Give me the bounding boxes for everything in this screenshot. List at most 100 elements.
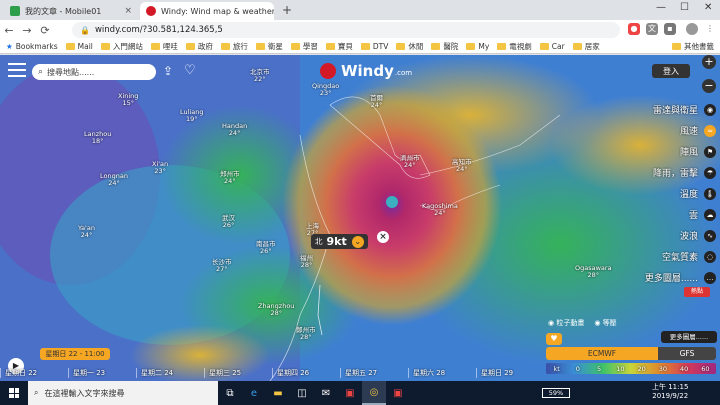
tab-mobile01[interactable]: 我的文章 - Mobile01 × xyxy=(4,2,138,20)
layer-wind[interactable]: 風速 ≈ xyxy=(588,120,720,141)
city-label: 北京市 22° xyxy=(250,68,270,83)
tab-bar: 我的文章 - Mobile01 × Windy: Wind map & weat… xyxy=(0,0,720,20)
windy-logo[interactable]: Windy .com xyxy=(320,62,412,80)
bookmark-folder[interactable]: Mail xyxy=(65,42,93,51)
weather-map[interactable]: 北京市 22° Xining 15° Lanzhou 18° Luliang 19° H… xyxy=(0,55,720,381)
layer-temp[interactable]: 溫度 🌡 xyxy=(588,183,720,204)
city-label: Longnan 24° xyxy=(100,172,128,187)
star-icon: ★ xyxy=(6,42,13,51)
hamburger-menu-icon[interactable] xyxy=(8,63,26,77)
layer-gust[interactable]: 陣風 ⚑ xyxy=(588,141,720,162)
timeline-day[interactable]: 星期六 28 xyxy=(408,368,476,378)
folder-icon xyxy=(466,43,476,50)
extension-icon[interactable]: ● xyxy=(628,23,640,35)
system-clock[interactable]: 上午 11:15 2019/9/22 xyxy=(652,383,688,401)
wind-icon: ≈ xyxy=(704,124,716,137)
wind-metric-heart-icon[interactable]: ♥ xyxy=(546,333,562,345)
timeline-day[interactable]: 星期五 27 xyxy=(340,368,408,378)
edge-icon[interactable]: e xyxy=(242,381,266,405)
bookmark-folder[interactable]: 學習 xyxy=(290,41,318,52)
layer-rain[interactable]: 降雨，雷擊 ☂ xyxy=(588,162,720,183)
share-icon[interactable]: ⇪ xyxy=(163,64,173,78)
bookmark-folder[interactable]: DTV xyxy=(360,42,388,51)
tab-title: 我的文章 - Mobile01 xyxy=(25,6,102,16)
close-window-button[interactable]: ✕ xyxy=(704,2,712,13)
favorites-heart-icon[interactable]: ♡ xyxy=(184,63,196,78)
tab-windy[interactable]: Windy: Wind map & weather fo × xyxy=(140,2,274,20)
bookmark-folder[interactable]: 衛星 xyxy=(255,41,283,52)
timeline-day[interactable]: 星期二 24 xyxy=(136,368,204,378)
start-button[interactable] xyxy=(0,381,28,405)
close-tab-icon[interactable]: × xyxy=(120,6,132,16)
folder-icon xyxy=(396,43,406,50)
bookmark-folder[interactable]: 醫院 xyxy=(431,41,458,52)
bookmark-folder[interactable]: 寶貝 xyxy=(325,41,353,52)
close-picker-icon[interactable]: × xyxy=(377,231,389,243)
reload-button[interactable]: ⟳ xyxy=(36,24,54,37)
bookmark-folder[interactable]: 哩哇 xyxy=(150,41,178,52)
app-icon[interactable]: ▣ xyxy=(386,381,410,405)
bookmark-folder[interactable]: Car xyxy=(539,42,565,51)
model-gfs-button[interactable]: GFS xyxy=(658,347,716,360)
windy-favicon-icon xyxy=(146,6,156,16)
current-time-bubble: 星期日 22 - 11:00 xyxy=(40,348,110,360)
layer-more[interactable]: 更多圖層......… xyxy=(588,267,720,288)
timeline-day[interactable]: 星期三 25 xyxy=(204,368,272,378)
maximize-button[interactable]: ☐ xyxy=(680,2,689,13)
taskbar-search-input[interactable]: ⌕ 在這裡輸入文字來搜尋 xyxy=(28,381,218,405)
minimize-button[interactable]: — xyxy=(656,2,666,13)
address-bar[interactable]: 🔒 windy.com/?30.581,124.365,5 xyxy=(72,22,620,38)
profile-avatar[interactable] xyxy=(686,23,698,35)
bookmark-folder[interactable]: 政府 xyxy=(185,41,213,52)
timeline-day[interactable]: 星期一 23 xyxy=(68,368,136,378)
folder-icon xyxy=(65,43,75,50)
login-button[interactable]: 登入 xyxy=(652,64,690,78)
bookmark-folder[interactable]: 旅行 xyxy=(220,41,248,52)
timeline-day[interactable]: 星期日 29 xyxy=(476,368,544,378)
search-input[interactable]: ⌕ 搜尋地點...... xyxy=(32,64,156,80)
bookmark-folder[interactable]: 入門網站 xyxy=(100,41,143,52)
mail-icon[interactable]: ✉ xyxy=(314,381,338,405)
bookmark-folder[interactable]: 電視劇 xyxy=(497,41,532,52)
isolines-toggle[interactable]: ◉ 等壓 xyxy=(594,318,616,328)
city-label: 高知市 24° xyxy=(452,158,472,173)
model-ecmwf-button[interactable]: ECMWF xyxy=(546,347,658,360)
other-bookmarks-folder[interactable]: 其他書籤 xyxy=(672,41,714,52)
extension-icon[interactable]: ▪ xyxy=(664,23,676,35)
bookmarks-button[interactable]: ★ Bookmarks xyxy=(6,42,58,51)
hotspot-badge[interactable]: 熱點 xyxy=(684,287,710,297)
thermometer-icon: 🌡 xyxy=(704,187,716,200)
folder-icon xyxy=(290,43,300,50)
battery-indicator[interactable]: 59% xyxy=(542,388,570,398)
app-icon[interactable]: ▣ xyxy=(338,381,362,405)
menu-kebab-icon[interactable]: ⋮ xyxy=(704,23,716,35)
bookmark-folder[interactable]: My xyxy=(466,42,489,51)
timeline-day[interactable]: 星期日 22 xyxy=(0,368,68,378)
layer-air-quality[interactable]: 空氣質素 ◌ xyxy=(588,246,720,267)
bookmark-folder[interactable]: 休閒 xyxy=(396,41,423,52)
folder-icon xyxy=(360,43,370,50)
chrome-icon[interactable]: ◎ xyxy=(362,381,386,405)
task-view-icon[interactable]: ⧉ xyxy=(218,381,242,405)
radar-icon: ◉ xyxy=(704,103,716,116)
windy-logo-icon xyxy=(320,63,336,79)
translate-icon[interactable]: 文 xyxy=(646,23,658,35)
bookmark-folder[interactable]: 居家 xyxy=(572,41,600,52)
more-layers-button[interactable]: 更多圖層...... xyxy=(661,331,717,343)
timeline-day[interactable]: 星期四 26 xyxy=(272,368,340,378)
timeline-bar[interactable]: 星期日 22 星期一 23 星期二 24 星期三 25 星期四 26 星期五 2… xyxy=(0,365,545,381)
chevron-down-icon[interactable]: ⌄ xyxy=(351,235,364,248)
zoom-in-button[interactable]: + xyxy=(702,55,716,69)
file-explorer-icon[interactable]: ▬ xyxy=(266,381,290,405)
layer-radar[interactable]: 雷達與衛星 ◉ xyxy=(588,99,720,120)
layer-clouds[interactable]: 雲 ☁ xyxy=(588,204,720,225)
new-tab-button[interactable]: + xyxy=(282,3,292,17)
store-icon[interactable]: ◫ xyxy=(290,381,314,405)
zoom-out-button[interactable]: − xyxy=(702,79,716,93)
city-label: Xi'an 23° xyxy=(152,160,169,175)
forward-button[interactable]: → xyxy=(18,24,36,37)
back-button[interactable]: ← xyxy=(0,24,18,37)
particles-toggle[interactable]: ◉ 粒子動畫 xyxy=(548,318,584,328)
layer-waves[interactable]: 波浪 ∿ xyxy=(588,225,720,246)
wind-picker[interactable]: 北 9kt ⌄ xyxy=(311,234,368,249)
